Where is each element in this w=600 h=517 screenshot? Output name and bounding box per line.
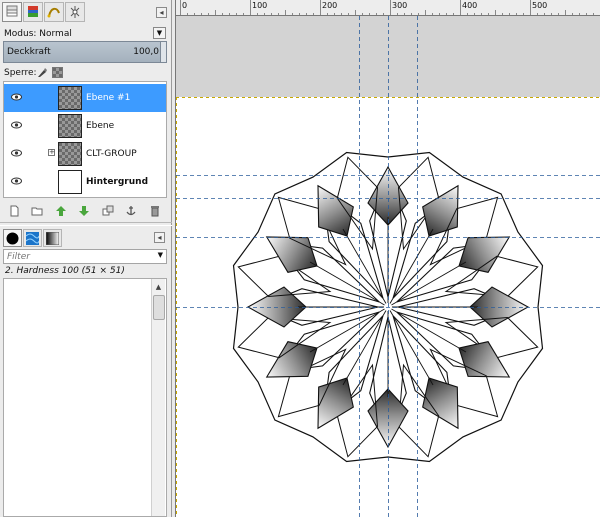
- eye-icon[interactable]: [11, 177, 22, 185]
- scroll-up-icon[interactable]: ▲: [152, 281, 165, 293]
- eye-icon[interactable]: [11, 121, 22, 129]
- layer-group-row[interactable]: + CLT-GROUP: [4, 140, 166, 168]
- image-canvas[interactable]: [176, 16, 600, 517]
- new-layer-group-icon[interactable]: [31, 205, 43, 217]
- brushes-tab[interactable]: [3, 229, 22, 247]
- ruler-label: 400: [462, 1, 478, 10]
- undo-history-tab-icon: [70, 6, 80, 18]
- new-layer-icon[interactable]: [8, 205, 20, 217]
- brushes-menu-button[interactable]: ◂: [154, 232, 165, 243]
- dock-menu-button[interactable]: ◂: [156, 7, 167, 18]
- layer-thumbnail[interactable]: [58, 114, 82, 138]
- dock-tabbar: ◂: [2, 2, 170, 22]
- layer-thumbnail[interactable]: [58, 170, 82, 194]
- horizontal-ruler: 0 100 200 300 400 500: [176, 0, 600, 16]
- mode-select[interactable]: Modus: Normal: [4, 29, 72, 39]
- layer-name[interactable]: Ebene: [86, 121, 114, 131]
- eye-icon[interactable]: [11, 93, 22, 101]
- brush-name-label: 2. Hardness 100 (51 × 51): [5, 266, 125, 276]
- mode-dropdown-arrow-icon[interactable]: ▼: [153, 27, 166, 39]
- patterns-tab[interactable]: [23, 229, 42, 247]
- lock-pixels-icon[interactable]: [36, 67, 47, 78]
- opacity-spinner[interactable]: [160, 42, 166, 62]
- canvas-drawing[interactable]: [176, 16, 600, 517]
- layers-tab[interactable]: [2, 2, 22, 22]
- channels-tab-icon: [28, 6, 38, 17]
- layer-row[interactable]: Hintergrund: [4, 168, 166, 196]
- duplicate-layer-icon[interactable]: [102, 205, 114, 217]
- layers-dock: ◂ Modus: Normal ▼ Deckkraft 100,0 Sperre…: [0, 0, 172, 517]
- filter-input[interactable]: [4, 250, 150, 263]
- filter-dropdown-arrow-icon[interactable]: ▼: [158, 251, 163, 259]
- layers-list: Ebene #1 Ebene + CLT-GROUP Hintergrund: [3, 81, 167, 198]
- opacity-value: 100,0: [133, 47, 159, 57]
- paths-tab-icon: [47, 7, 60, 18]
- expand-group-icon[interactable]: +: [48, 149, 55, 156]
- image-boundary: [176, 97, 600, 517]
- lock-label: Sperre:: [4, 68, 37, 78]
- brushes-tab-icon: [6, 232, 19, 244]
- brushes-tabbar: ◂: [3, 229, 169, 247]
- layer-thumbnail[interactable]: [58, 86, 82, 110]
- ruler-label: 200: [322, 1, 338, 10]
- layer-row[interactable]: Ebene: [4, 112, 166, 140]
- brush-list-scrollbar[interactable]: ▲: [151, 279, 165, 516]
- patterns-tab-icon: [26, 231, 39, 245]
- layer-name[interactable]: CLT-GROUP: [86, 149, 137, 159]
- opacity-slider[interactable]: Deckkraft 100,0: [3, 41, 167, 63]
- paths-tab[interactable]: [44, 2, 64, 22]
- layer-name[interactable]: Ebene #1: [86, 93, 130, 103]
- opacity-label: Deckkraft: [7, 47, 51, 57]
- lock-alpha-icon[interactable]: [52, 67, 63, 78]
- delete-layer-icon[interactable]: [149, 205, 161, 217]
- layer-row[interactable]: Ebene #1: [4, 84, 166, 112]
- gradients-tab[interactable]: [43, 229, 62, 247]
- lower-layer-icon[interactable]: [78, 205, 90, 217]
- gradients-tab-icon: [46, 231, 59, 245]
- ruler-label: 0: [182, 1, 188, 10]
- ruler-label: 500: [532, 1, 548, 10]
- channels-tab[interactable]: [23, 2, 43, 22]
- layer-thumbnail[interactable]: [58, 142, 82, 166]
- layer-actions-bar: [3, 205, 167, 219]
- layers-tab-icon: [6, 5, 18, 17]
- eye-icon[interactable]: [11, 149, 22, 157]
- scrollbar-thumb[interactable]: [153, 295, 165, 320]
- undo-history-tab[interactable]: [65, 2, 85, 22]
- layer-name[interactable]: Hintergrund: [86, 177, 148, 187]
- ruler-label: 100: [252, 1, 268, 10]
- filter-field[interactable]: ▼: [3, 249, 167, 264]
- raise-layer-icon[interactable]: [55, 205, 67, 217]
- anchor-layer-icon[interactable]: [125, 205, 137, 217]
- brush-list: ▲: [3, 278, 167, 517]
- ruler-label: 300: [392, 1, 408, 10]
- dock-separator[interactable]: [0, 222, 172, 226]
